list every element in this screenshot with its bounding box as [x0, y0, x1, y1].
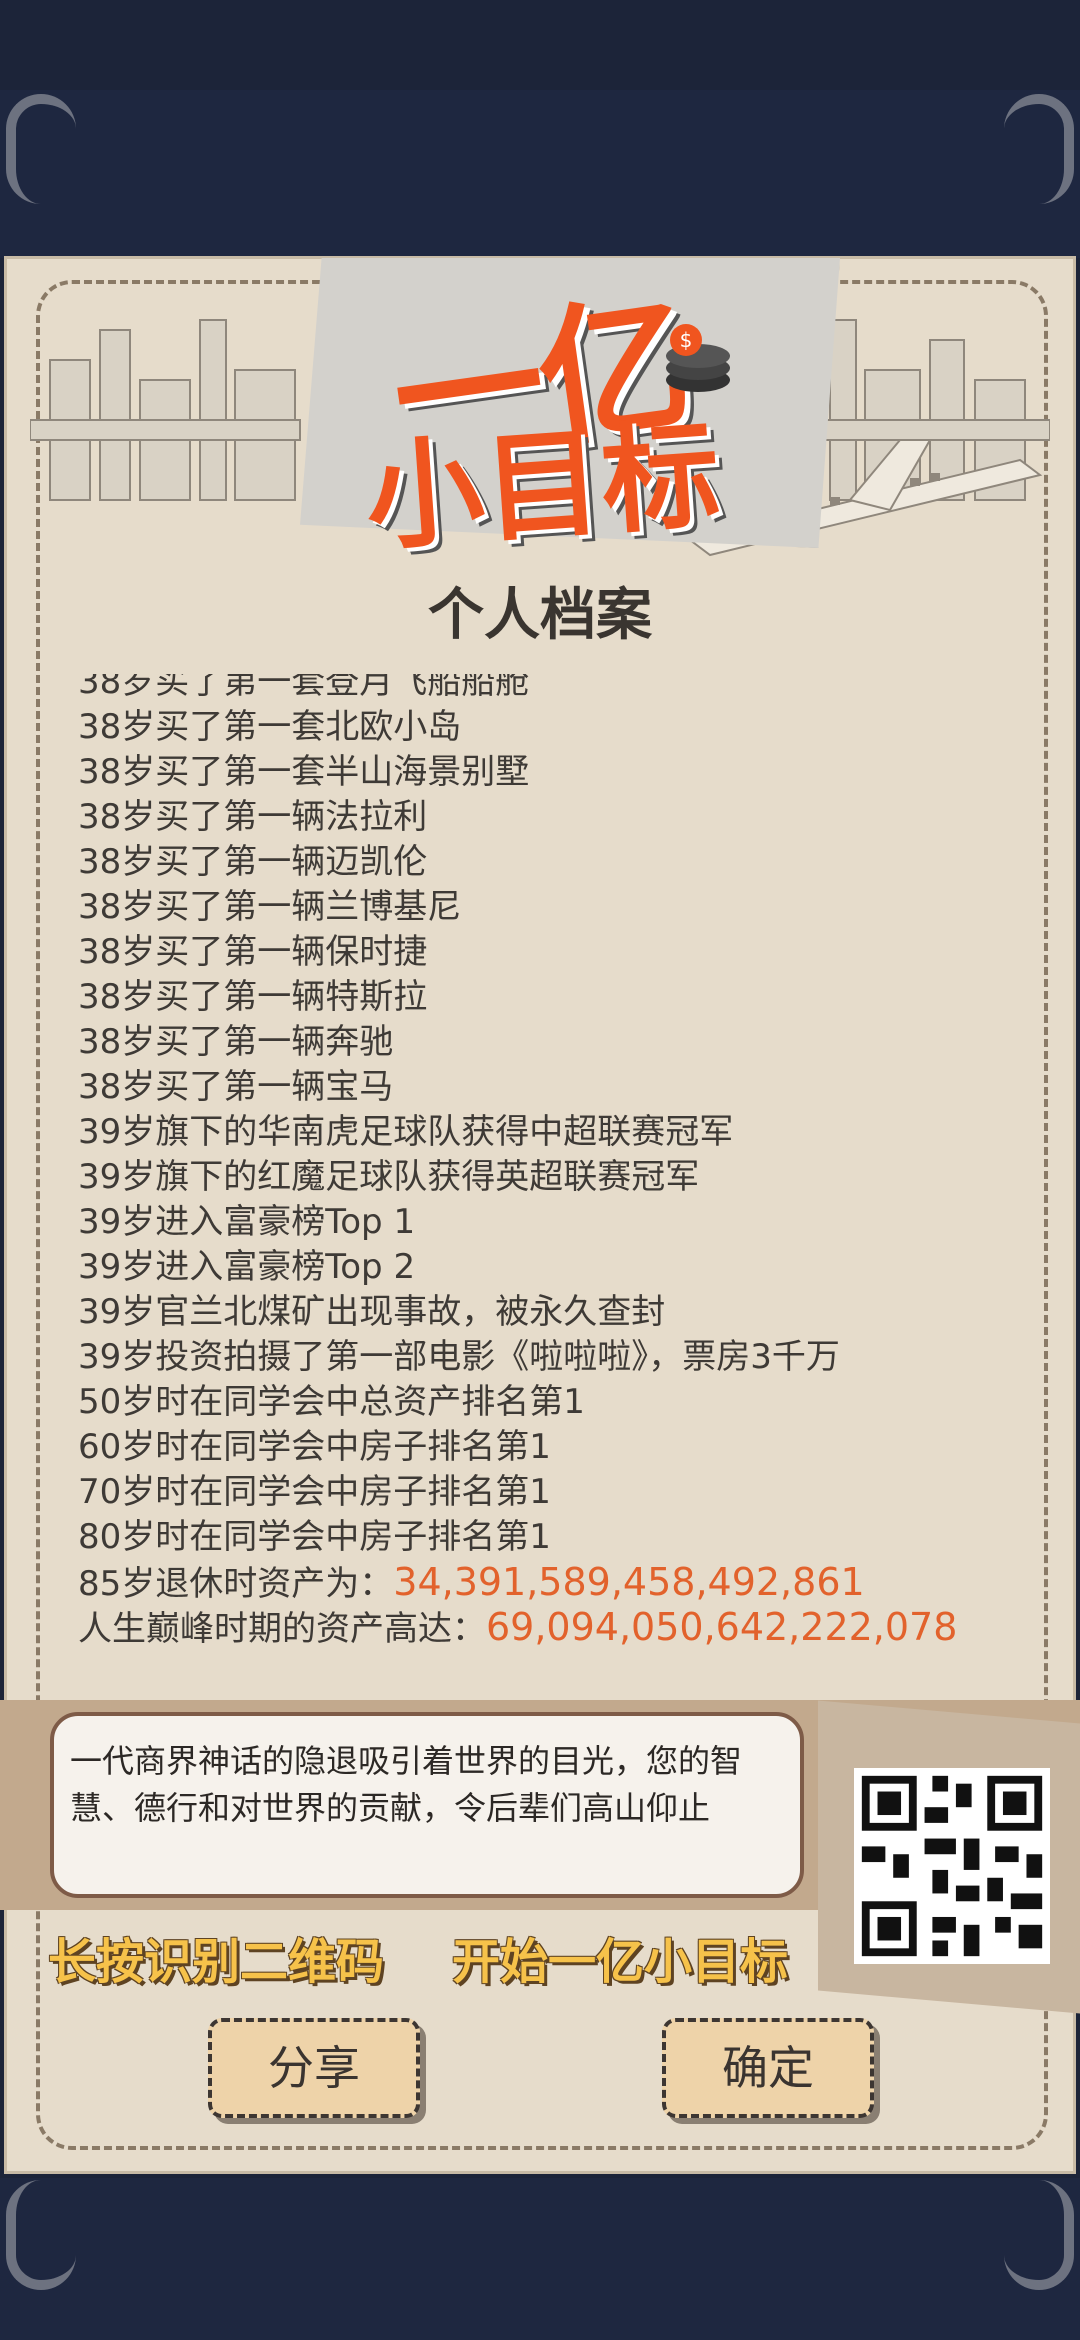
list-item: 39岁旗下的华南虎足球队获得中超联赛冠军	[78, 1112, 734, 1152]
list-item: 70岁时在同学会中房子排名第1	[78, 1472, 551, 1512]
list-item: 60岁时在同学会中房子排名第1	[78, 1427, 551, 1467]
bottom-frame	[0, 2178, 1080, 2340]
list-item: 38岁买了第一辆兰博基尼	[78, 887, 462, 927]
start-game-slogan: 开始一亿小目标	[452, 1934, 789, 1990]
list-item: 50岁时在同学会中总资产排名第1	[78, 1382, 585, 1422]
confirm-button[interactable]: 确定	[662, 2018, 874, 2118]
logo-line2: 小目标	[361, 404, 725, 568]
list-item: 39岁官兰北煤矿出现事故，被永久查封	[78, 1292, 666, 1332]
page-title: 个人档案	[428, 583, 652, 648]
list-item: 38岁买了第一套北欧小岛	[78, 707, 462, 747]
frame-corner	[1004, 94, 1074, 204]
summary-quote: 一代商界神话的隐退吸引着世界的目光，您的智慧、德行和对世界的贡献，令后辈们高山仰…	[50, 1712, 804, 1898]
list-item: 38岁买了第一套登月飞船船舱	[78, 674, 530, 702]
list-item: 38岁买了第一辆迈凯伦	[78, 842, 428, 882]
peak-assets-row: 人生巅峰时期的资产高达：69,094,050,642,222,078	[78, 1605, 957, 1650]
frame-corner	[1004, 2180, 1074, 2290]
list-item: 39岁进入富豪榜Top 1	[78, 1202, 416, 1242]
qr-code-icon[interactable]	[854, 1768, 1050, 1964]
retire-assets-row: 85岁退休时资产为：34,391,589,458,492,861	[78, 1560, 957, 1605]
list-item: 38岁买了第一辆奔驰	[78, 1022, 394, 1062]
list-item: 39岁旗下的红魔足球队获得英超联赛冠军	[78, 1157, 700, 1197]
list-item: 39岁进入富豪榜Top 2	[78, 1247, 416, 1287]
top-frame	[0, 90, 1080, 258]
list-item: 38岁买了第一套半山海景别墅	[78, 752, 530, 792]
retire-assets-label: 85岁退休时资产为：	[78, 1564, 394, 1604]
list-item: 80岁时在同学会中房子排名第1	[78, 1517, 551, 1557]
scan-qr-slogan: 长按识别二维码	[48, 1934, 385, 1990]
peak-assets-value: 69,094,050,642,222,078	[486, 1605, 958, 1649]
list-item: 38岁买了第一辆法拉利	[78, 797, 428, 837]
retire-assets-value: 34,391,589,458,492,861	[393, 1560, 865, 1604]
list-item: 38岁买了第一辆宝马	[78, 1067, 394, 1107]
list-item: 38岁买了第一辆特斯拉	[78, 977, 428, 1017]
frame-corner	[6, 94, 76, 204]
svg-text:$: $	[680, 328, 693, 352]
list-item: 38岁买了第一辆保时捷	[78, 932, 428, 972]
share-button[interactable]: 分享	[208, 2018, 420, 2118]
list-item: 39岁投资拍摄了第一部电影《啦啦啦》，票房3千万	[78, 1337, 840, 1377]
timeline-list[interactable]: 38岁买了第一套登月飞船船舱 38岁买了第一套北欧小岛 38岁买了第一套半山海景…	[78, 674, 1008, 1669]
frame-corner	[6, 2180, 76, 2290]
peak-assets-label: 人生巅峰时期的资产高达：	[78, 1609, 486, 1649]
